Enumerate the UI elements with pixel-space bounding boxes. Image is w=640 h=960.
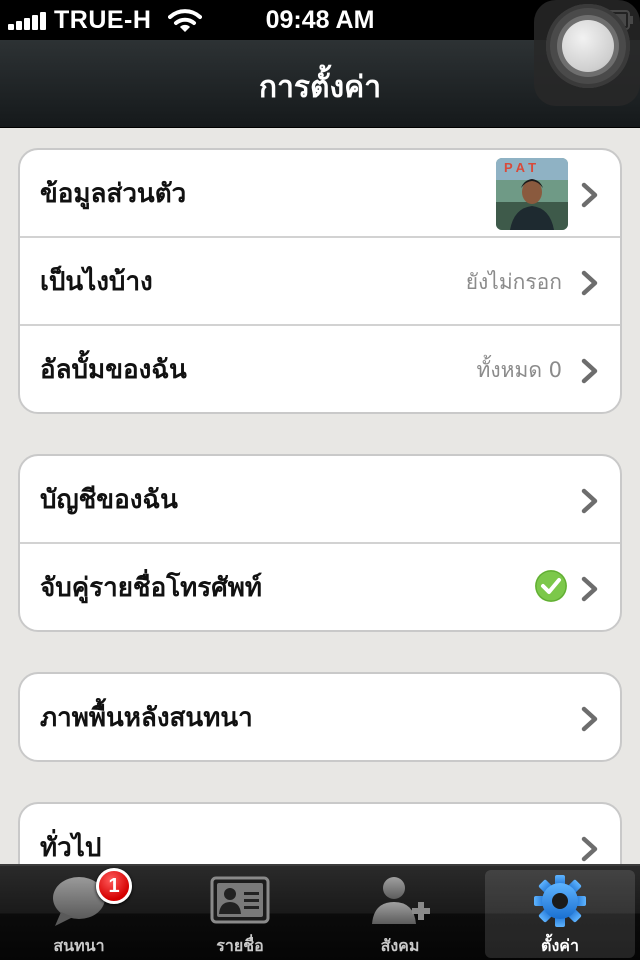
chevron-right-icon <box>581 358 598 384</box>
row-status[interactable]: เป็นไงบ้าง ยังไม่กรอก <box>20 238 620 326</box>
add-friend-icon <box>372 877 430 924</box>
tab-label: ตั้งค่า <box>541 936 579 955</box>
row-profile[interactable]: ข้อมูลส่วนตัว P A T <box>20 150 620 238</box>
settings-group-chat: ภาพพื้นหลังสนทนา <box>18 672 622 762</box>
row-my-account[interactable]: บัญชีของฉัน <box>20 456 620 544</box>
gear-icon <box>534 875 586 927</box>
chevron-right-icon <box>581 270 598 296</box>
row-value: ยังไม่กรอก <box>465 270 562 294</box>
chevron-right-icon <box>581 576 598 602</box>
tab-contacts[interactable]: รายชื่อ <box>165 866 315 960</box>
tab-label: รายชื่อ <box>216 936 264 955</box>
check-icon <box>535 570 567 602</box>
row-label: เป็นไงบ้าง <box>40 267 153 297</box>
row-chat-background[interactable]: ภาพพื้นหลังสนทนา <box>20 674 620 760</box>
chevron-right-icon <box>581 836 598 862</box>
tab-label: สนทนา <box>53 936 105 955</box>
row-label: ข้อมูลส่วนตัว <box>40 179 187 209</box>
row-my-album[interactable]: อัลบั้มของฉัน ทั้งหมด 0 <box>20 326 620 412</box>
row-label: ทั่วไป <box>40 833 102 863</box>
assistive-touch-button[interactable] <box>534 0 640 106</box>
row-general[interactable]: ทั่วไป <box>20 804 620 864</box>
row-value: ทั้งหมด 0 <box>476 358 562 382</box>
avatar: P A T <box>496 158 568 230</box>
contact-card-icon <box>210 876 270 924</box>
row-label: จับคู่รายชื่อโทรศัพท์ <box>40 573 263 603</box>
svg-text:P A T: P A T <box>504 160 536 175</box>
tab-settings[interactable]: ตั้งค่า <box>485 870 635 958</box>
row-match-contacts[interactable]: จับคู่รายชื่อโทรศัพท์ <box>20 544 620 630</box>
chevron-right-icon <box>581 182 598 208</box>
tab-bar: 1 สนทนา รายชื่อ สังคม ตั้งค่า <box>0 864 640 960</box>
unread-badge: 1 <box>96 868 132 904</box>
row-label: ภาพพื้นหลังสนทนา <box>40 703 253 733</box>
tab-label: สังคม <box>380 936 420 955</box>
row-label: บัญชีของฉัน <box>40 485 178 515</box>
settings-list: ข้อมูลส่วนตัว P A T เป็นไงบ้าง ยังไม่กรอ… <box>0 128 640 864</box>
chevron-right-icon <box>581 706 598 732</box>
settings-group-general: ทั่วไป <box>18 802 622 864</box>
settings-group-account: บัญชีของฉัน จับคู่รายชื่อโทรศัพท์ <box>18 454 622 632</box>
row-label: อัลบั้มของฉัน <box>40 355 187 385</box>
chevron-right-icon <box>581 488 598 514</box>
settings-group-profile: ข้อมูลส่วนตัว P A T เป็นไงบ้าง ยังไม่กรอ… <box>18 148 622 414</box>
tab-social[interactable]: สังคม <box>325 866 475 960</box>
tab-chats[interactable]: 1 สนทนา <box>4 866 154 960</box>
